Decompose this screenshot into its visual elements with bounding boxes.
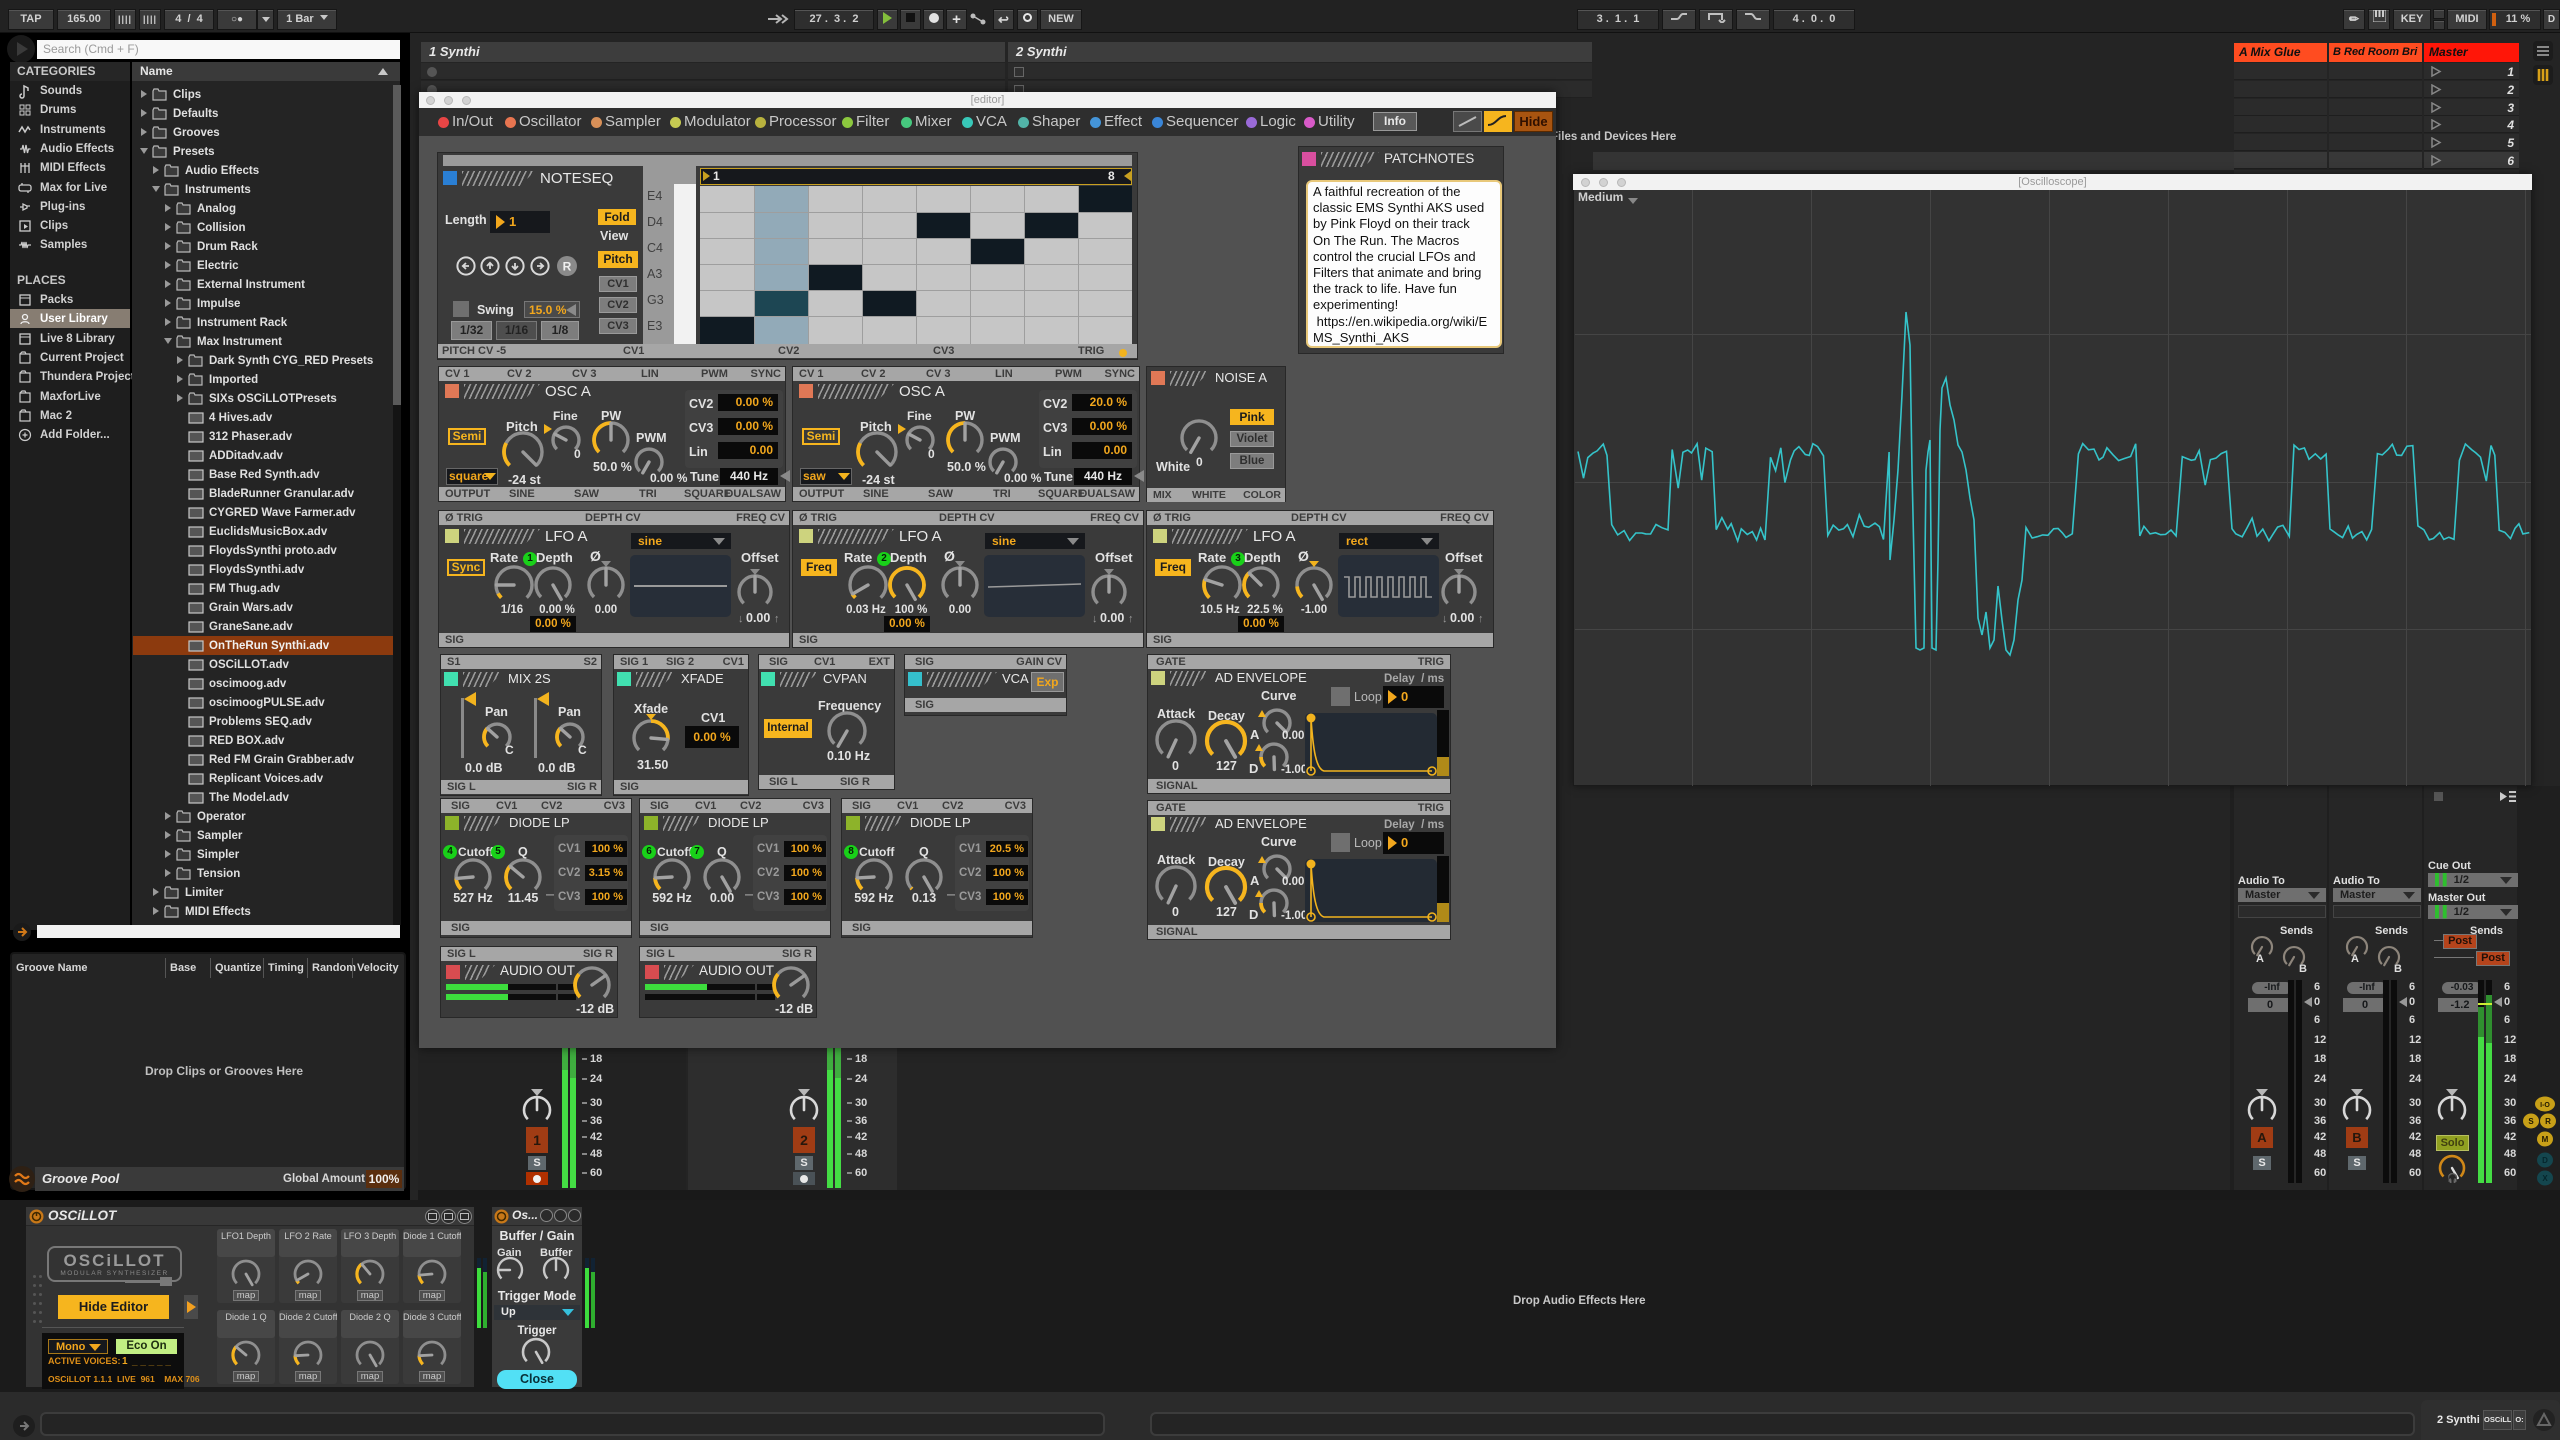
svg-text:M: M <box>2542 1135 2549 1144</box>
svg-text:I-O: I-O <box>2540 1102 2550 1109</box>
svg-text:R: R <box>2545 1117 2551 1126</box>
svg-text:D: D <box>2542 1156 2548 1165</box>
svg-text:R: R <box>563 260 572 274</box>
svg-text:S: S <box>2528 1117 2534 1126</box>
svg-text:X: X <box>2542 1174 2548 1183</box>
